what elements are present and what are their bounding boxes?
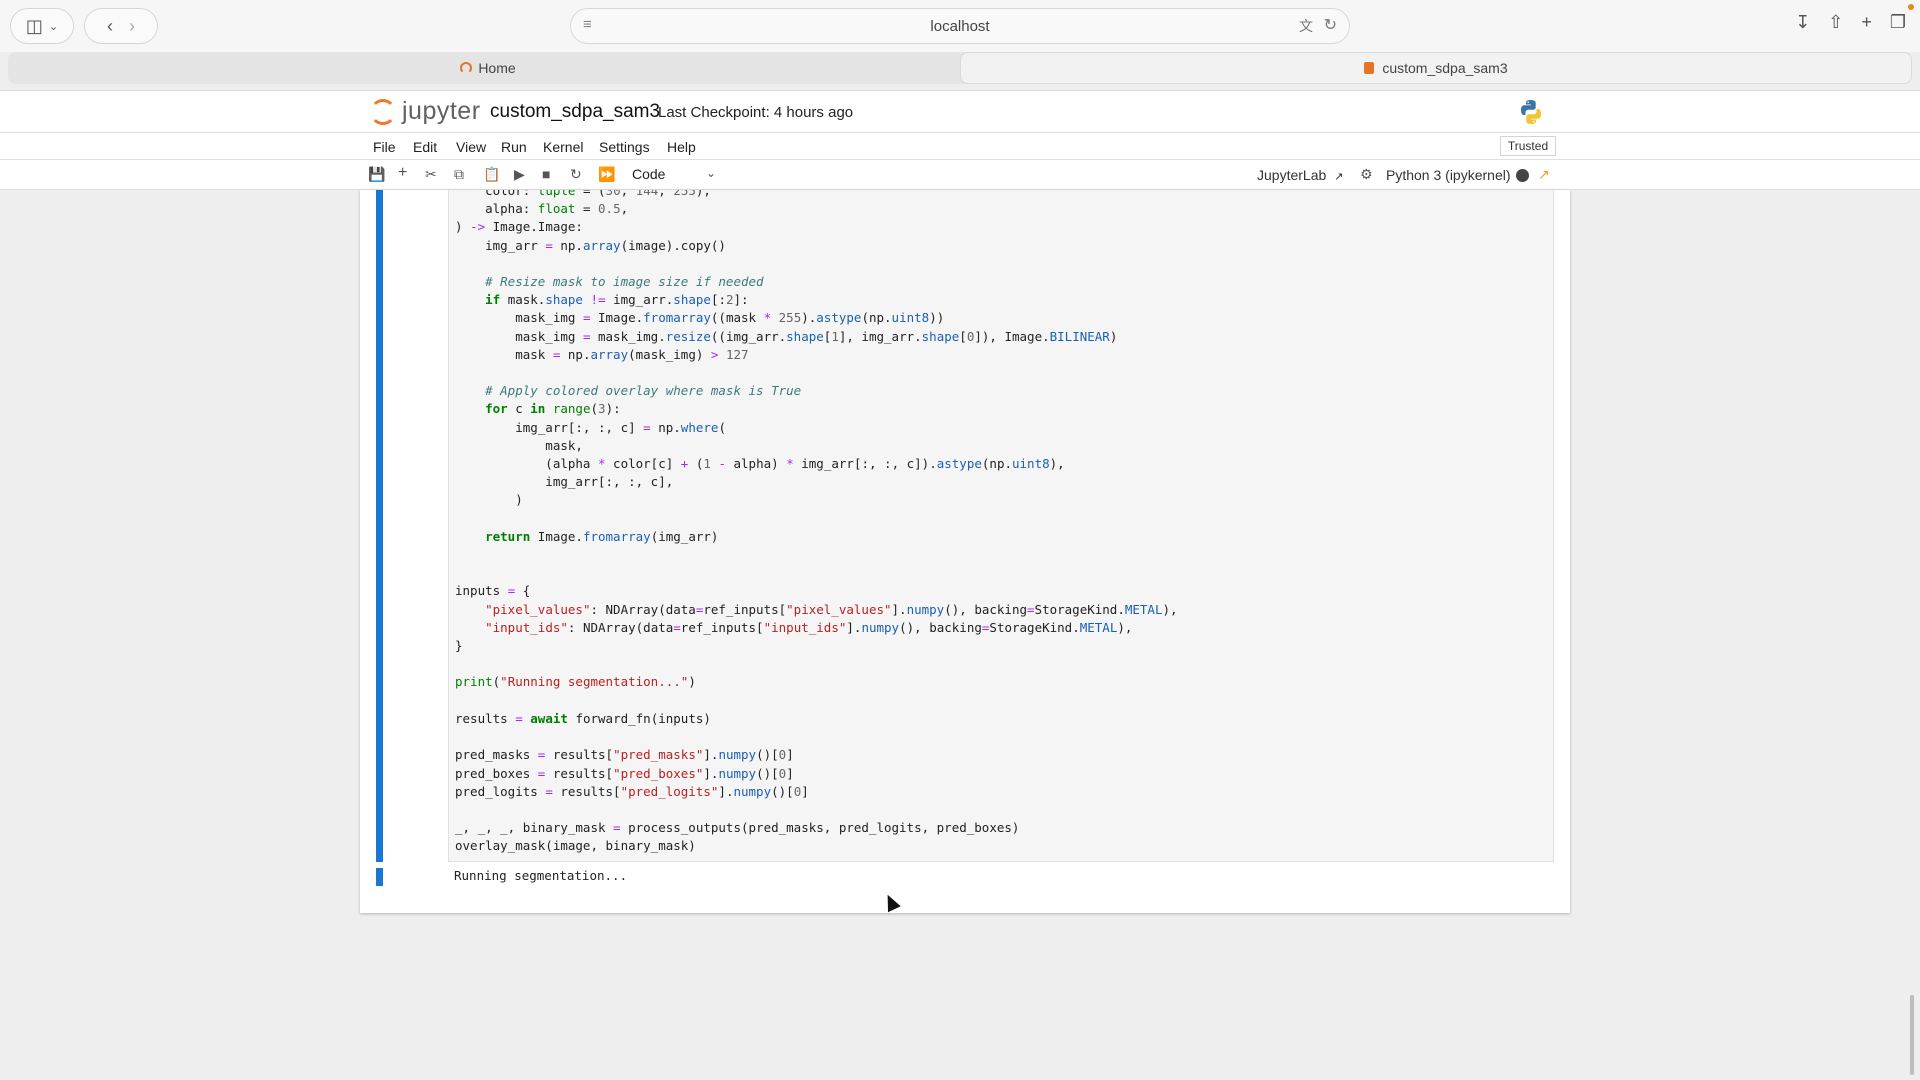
notebook-panel: color: tuple = (30, 144, 255), alpha: fl… xyxy=(360,190,1570,913)
last-checkpoint: Last Checkpoint: 4 hours ago xyxy=(658,104,854,121)
copy-icon[interactable]: ⧉ xyxy=(454,166,464,183)
gear-icon[interactable]: ⚙ xyxy=(1360,166,1373,183)
menu-bar: File Edit View Run Kernel Settings Help … xyxy=(0,132,1920,160)
reload-icon[interactable]: ↻ xyxy=(1324,15,1337,35)
notebook-toolbar: 💾 + ✂ ⧉ 📋 ▶ ■ ↻ ⏩ Code ⌄ JupyterLab ↗ ⚙ … xyxy=(0,160,1920,190)
cut-icon[interactable]: ✂ xyxy=(425,166,437,183)
menu-settings[interactable]: Settings xyxy=(599,139,650,155)
chevron-down-icon: ⌄ xyxy=(48,20,59,33)
browser-toolbar: ◫ ⌄ ‹ › ≡ localhost 文 ↻ ↧ ⇧ + ❐ xyxy=(0,0,1920,52)
back-icon[interactable]: ‹ xyxy=(107,16,113,37)
run-all-icon[interactable]: ⏩ xyxy=(598,166,615,183)
forward-icon[interactable]: › xyxy=(129,16,135,37)
add-cell-icon[interactable]: + xyxy=(398,164,407,182)
tab-custom-sdpa-sam3[interactable]: custom_sdpa_sam3 xyxy=(960,52,1912,84)
cell-active-indicator[interactable] xyxy=(376,190,383,862)
restart-icon[interactable]: ↻ xyxy=(570,166,582,183)
jupyter-header: jupyter custom_sdpa_sam3 Last Checkpoint… xyxy=(0,90,1920,132)
menu-run[interactable]: Run xyxy=(501,139,527,155)
cell-type-select[interactable]: Code xyxy=(632,166,665,182)
code-content: color: tuple = (30, 144, 255), alpha: fl… xyxy=(455,190,1178,854)
notebook-title[interactable]: custom_sdpa_sam3 xyxy=(490,101,660,123)
kernel-status-icon xyxy=(1516,169,1529,182)
notification-dot xyxy=(1908,4,1914,10)
notebook-favicon-icon xyxy=(1364,62,1375,74)
page-scrollbar[interactable] xyxy=(1910,995,1914,1075)
stop-icon[interactable]: ■ xyxy=(542,166,550,182)
code-cell-editor[interactable]: color: tuple = (30, 144, 255), alpha: fl… xyxy=(448,190,1554,862)
navigation-buttons: ‹ › xyxy=(84,8,158,44)
menu-view[interactable]: View xyxy=(456,139,486,155)
jupyterlab-link[interactable]: JupyterLab ↗ xyxy=(1257,167,1343,183)
new-tab-icon[interactable]: + xyxy=(1861,12,1872,33)
menu-edit[interactable]: Edit xyxy=(413,139,437,155)
jupyterlab-link-label: JupyterLab xyxy=(1257,167,1327,183)
jupyter-logo-icon xyxy=(370,98,396,125)
tab-label: custom_sdpa_sam3 xyxy=(1382,60,1508,76)
tab-home[interactable]: Home xyxy=(8,52,968,84)
paste-icon[interactable]: 📋 xyxy=(483,166,500,183)
jupyter-logo[interactable]: jupyter xyxy=(370,97,481,126)
run-icon[interactable]: ▶ xyxy=(514,166,525,183)
tab-strip: Home custom_sdpa_sam3 xyxy=(8,52,1912,84)
menu-help[interactable]: Help xyxy=(667,139,696,155)
download-icon[interactable]: ↧ xyxy=(1795,12,1810,33)
cell-output: Running segmentation... xyxy=(454,868,628,883)
chevron-down-icon[interactable]: ⌄ xyxy=(706,166,716,180)
save-icon[interactable]: 💾 xyxy=(368,166,385,183)
python-logo-icon xyxy=(1521,100,1541,124)
tab-overview-icon[interactable]: ❐ xyxy=(1890,12,1906,33)
sidebar-toggle-button[interactable]: ◫ ⌄ xyxy=(10,8,74,44)
external-link-icon: ↗ xyxy=(1334,171,1344,183)
jupyter-favicon-icon xyxy=(460,62,473,74)
tab-label: Home xyxy=(478,60,516,76)
sidebar-icon: ◫ xyxy=(25,15,43,36)
output-collapse-indicator[interactable] xyxy=(376,868,383,886)
memory-usage-icon: ↗ xyxy=(1538,166,1550,182)
menu-kernel[interactable]: Kernel xyxy=(543,139,583,155)
kernel-name[interactable]: Python 3 (ipykernel) xyxy=(1386,167,1511,183)
jupyter-logo-text: jupyter xyxy=(402,97,481,125)
translate-icon[interactable]: 文 xyxy=(1299,16,1313,36)
address-bar[interactable]: ≡ localhost 文 ↻ xyxy=(570,8,1350,44)
share-icon[interactable]: ⇧ xyxy=(1828,12,1843,33)
trusted-badge[interactable]: Trusted xyxy=(1500,136,1556,156)
menu-file[interactable]: File xyxy=(373,139,396,155)
address-url: localhost xyxy=(930,18,990,35)
